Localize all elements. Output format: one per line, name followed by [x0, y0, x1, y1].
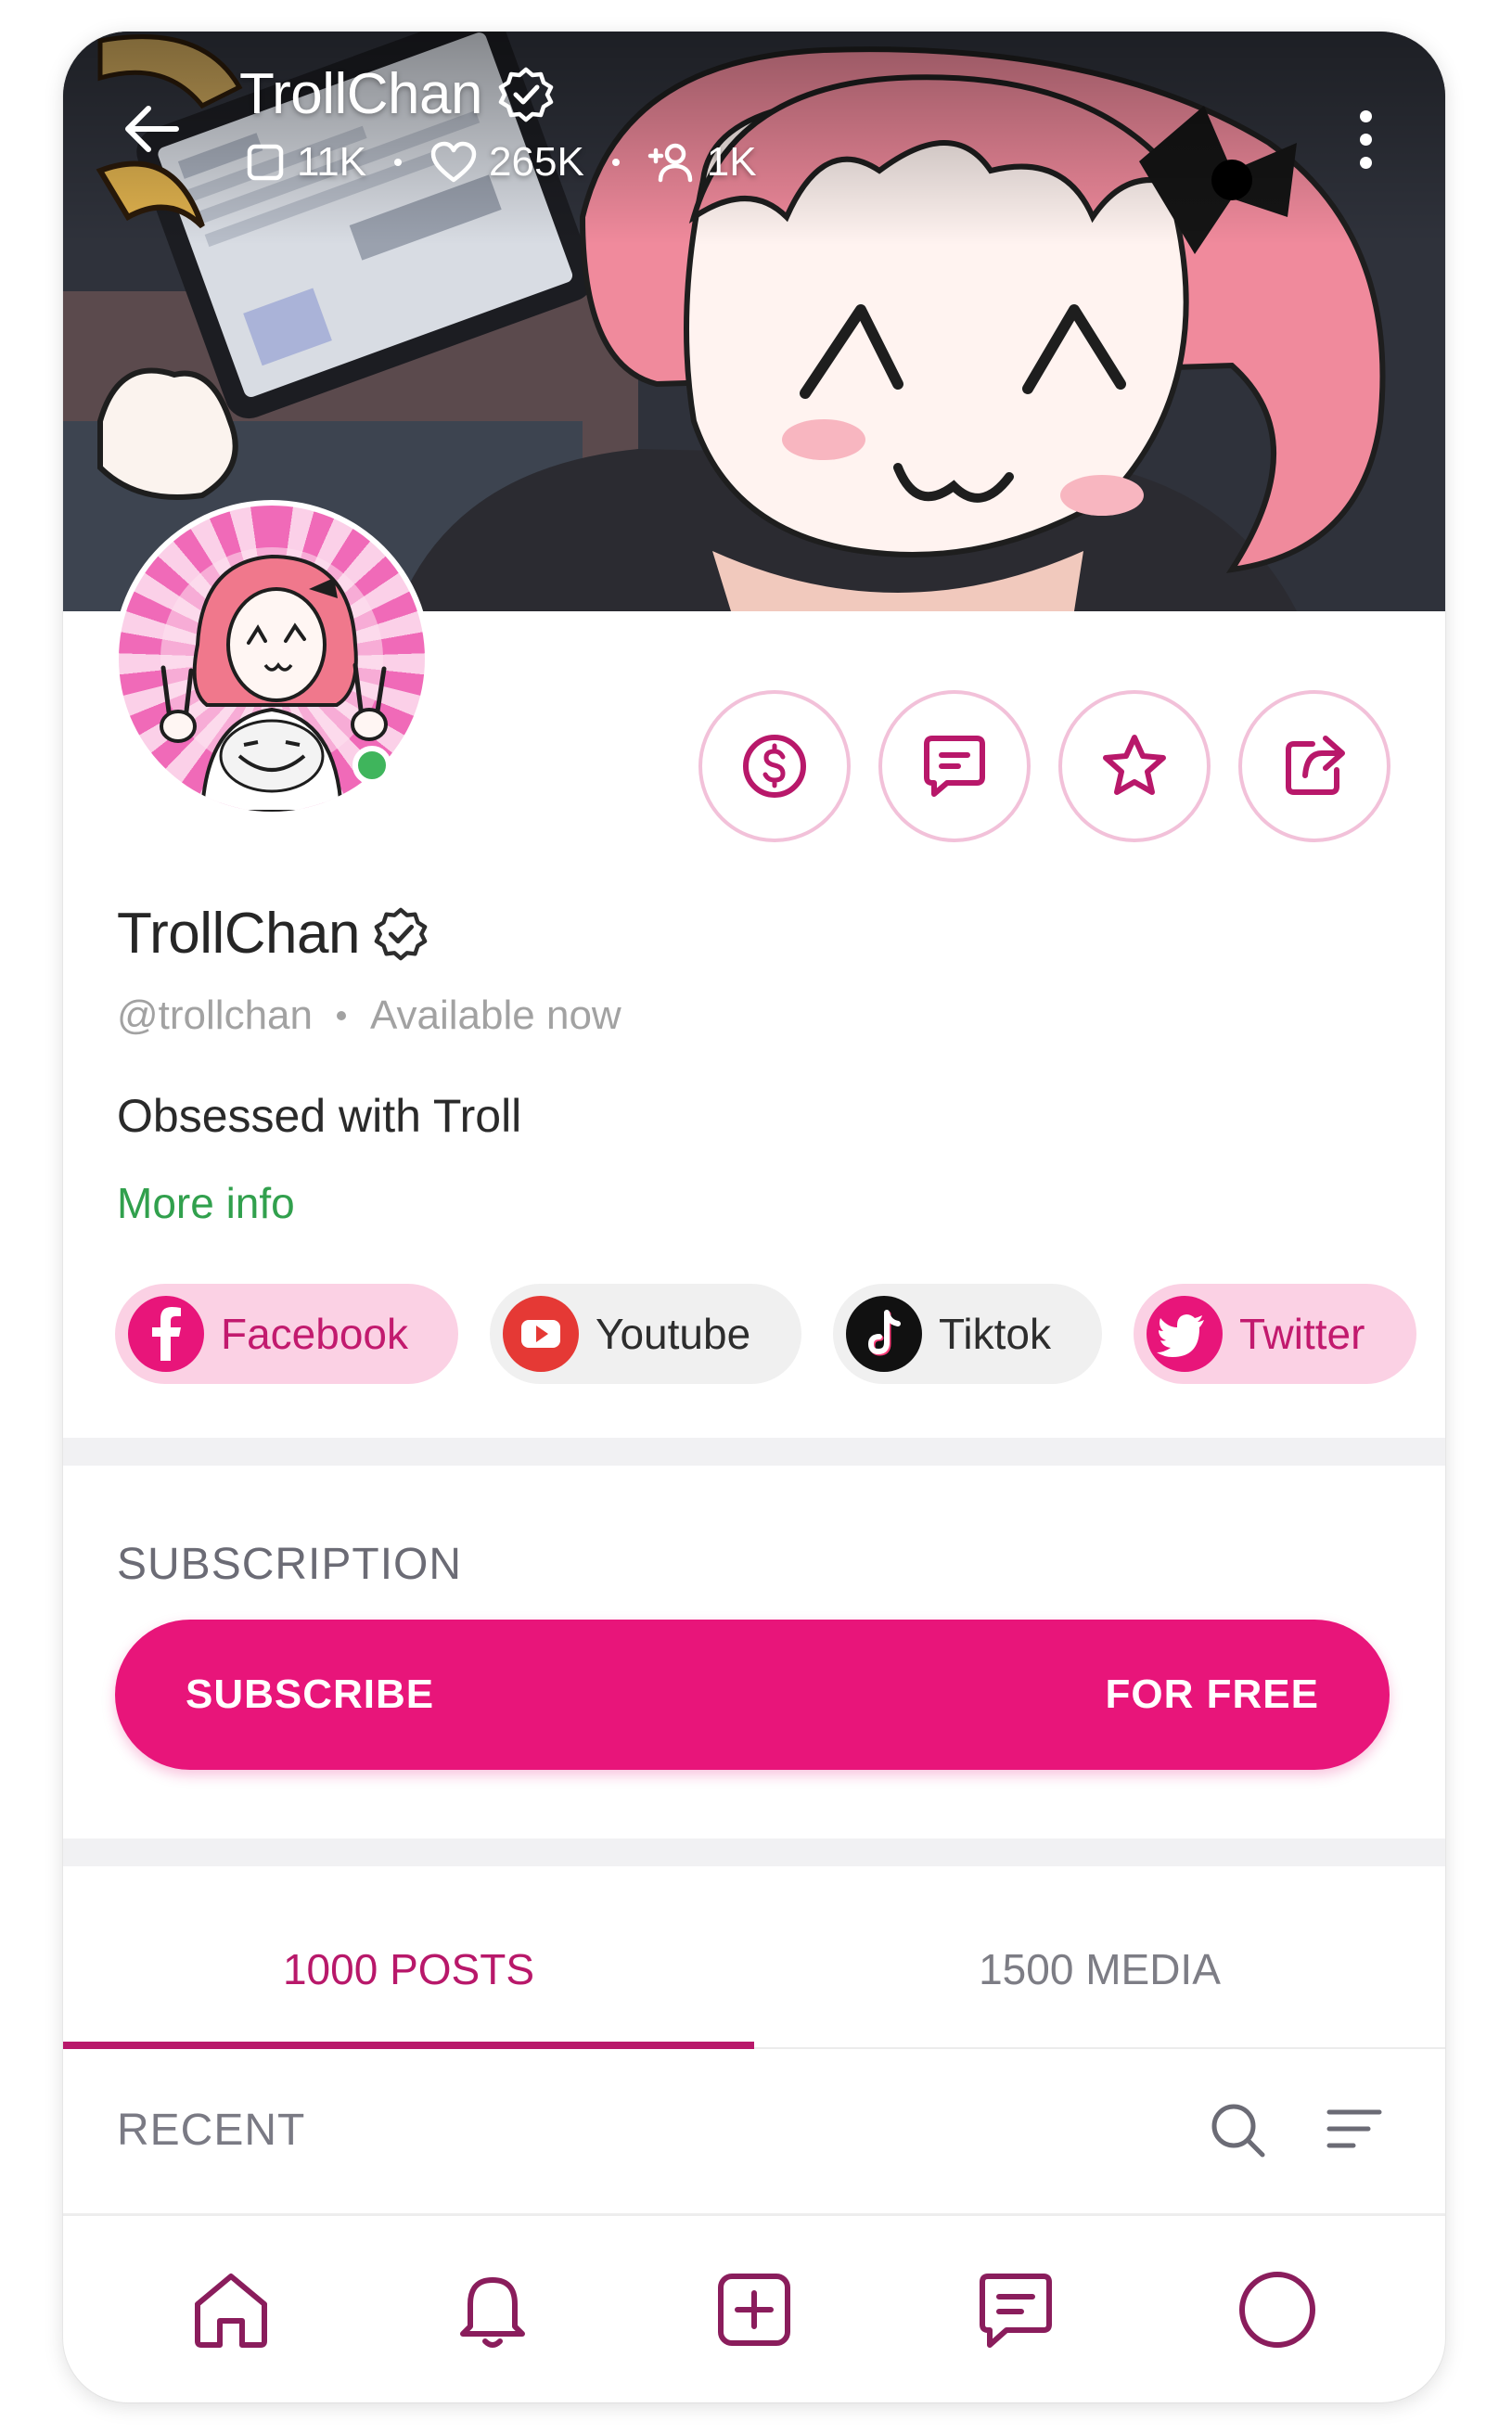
- tiktok-icon: [846, 1296, 922, 1372]
- stat-separator: [394, 159, 403, 166]
- verified-badge-icon: [498, 67, 554, 122]
- stat-posts: 11K: [245, 139, 366, 186]
- post-square-icon: [247, 144, 284, 181]
- profile-name: TrollChan: [117, 902, 360, 966]
- star-icon: [1103, 735, 1166, 795]
- recent-toolbar: RECENT: [117, 2093, 1391, 2167]
- message-button[interactable]: [878, 690, 1031, 842]
- back-button[interactable]: [117, 95, 186, 163]
- share-button[interactable]: [1238, 690, 1390, 842]
- dollar-coin-icon: [743, 735, 806, 798]
- search-icon: [1211, 2104, 1265, 2158]
- more-info-link[interactable]: More info: [117, 1178, 295, 1228]
- section-divider: [63, 1838, 1445, 1866]
- header-stats: 11K 265K 1K: [245, 139, 757, 186]
- profile-circle-icon: [1239, 2271, 1315, 2348]
- twitter-label: Twitter: [1239, 1310, 1365, 1358]
- more-dot: [1359, 156, 1372, 169]
- profile-screen: TrollChan 11K 265K 1K TrollChan @trollch…: [63, 32, 1445, 2402]
- add-user-icon: [647, 143, 693, 183]
- online-status-indicator: [352, 746, 391, 785]
- profile-name-row: TrollChan: [117, 901, 429, 967]
- youtube-icon: [503, 1296, 579, 1372]
- stat-likes-value: 265K: [489, 139, 584, 185]
- stat-subscribers-value: 1K: [706, 139, 757, 185]
- search-button[interactable]: [1200, 2093, 1275, 2167]
- meta-separator: [336, 1011, 346, 1020]
- profile-bio: Obsessed with Troll: [117, 1090, 522, 1142]
- profile-meta: @trollchan Available now: [117, 993, 621, 1039]
- subscription-heading: SUBSCRIPTION: [117, 1540, 463, 1589]
- add-post-icon: [718, 2273, 790, 2346]
- bell-icon: [460, 2276, 525, 2348]
- sort-icon: [1326, 2109, 1382, 2148]
- recent-label: RECENT: [117, 2105, 306, 2155]
- tiktok-label: Tiktok: [939, 1310, 1051, 1358]
- more-dot: [1359, 109, 1372, 122]
- more-options-button[interactable]: [1338, 96, 1393, 182]
- tab-media[interactable]: 1500 MEDIA: [754, 1891, 1445, 2047]
- heart-icon: [430, 141, 477, 183]
- more-dot: [1359, 133, 1372, 146]
- nav-profile[interactable]: [1222, 2254, 1333, 2365]
- social-links: Facebook Youtube Tiktok Twitter: [115, 1284, 1416, 1384]
- favorite-button[interactable]: [1058, 690, 1211, 842]
- share-icon: [1286, 736, 1345, 795]
- twitter-link[interactable]: Twitter: [1134, 1284, 1416, 1384]
- youtube-label: Youtube: [596, 1310, 751, 1358]
- nav-home[interactable]: [175, 2254, 287, 2365]
- stat-likes: 265K: [429, 139, 584, 186]
- verified-badge-icon: [374, 907, 428, 960]
- message-icon: [924, 736, 985, 797]
- nav-messages[interactable]: [960, 2254, 1071, 2365]
- youtube-link[interactable]: Youtube: [490, 1284, 801, 1384]
- tiktok-link[interactable]: Tiktok: [833, 1284, 1102, 1384]
- subscribe-price: FOR FREE: [1105, 1672, 1319, 1717]
- bottom-navigation: [63, 2213, 1445, 2402]
- subscribe-button[interactable]: SUBSCRIBE FOR FREE: [115, 1620, 1390, 1770]
- stat-separator: [611, 159, 620, 166]
- messages-icon: [980, 2273, 1052, 2348]
- facebook-label: Facebook: [221, 1310, 409, 1358]
- header-title-row: TrollChan: [239, 61, 555, 127]
- stat-subscribers: 1K: [647, 139, 757, 186]
- twitter-icon: [1147, 1296, 1223, 1372]
- subscribe-label: SUBSCRIBE: [186, 1672, 435, 1717]
- profile-actions: [698, 690, 1390, 842]
- facebook-icon: [128, 1296, 204, 1372]
- stat-posts-value: 11K: [297, 139, 367, 185]
- nav-notifications[interactable]: [437, 2254, 548, 2365]
- profile-handle: @trollchan: [117, 993, 313, 1038]
- facebook-link[interactable]: Facebook: [115, 1284, 458, 1384]
- header-title: TrollChan: [239, 62, 482, 126]
- nav-add-post[interactable]: [698, 2254, 810, 2365]
- home-icon: [195, 2273, 267, 2348]
- tip-button[interactable]: [698, 690, 851, 842]
- sort-button[interactable]: [1317, 2093, 1391, 2167]
- section-divider: [63, 1438, 1445, 1466]
- availability-status: Available now: [369, 993, 621, 1038]
- back-arrow-icon: [125, 106, 179, 152]
- content-tabs: 1000 POSTS 1500 MEDIA: [63, 1891, 1445, 2049]
- tab-posts[interactable]: 1000 POSTS: [63, 1891, 754, 2049]
